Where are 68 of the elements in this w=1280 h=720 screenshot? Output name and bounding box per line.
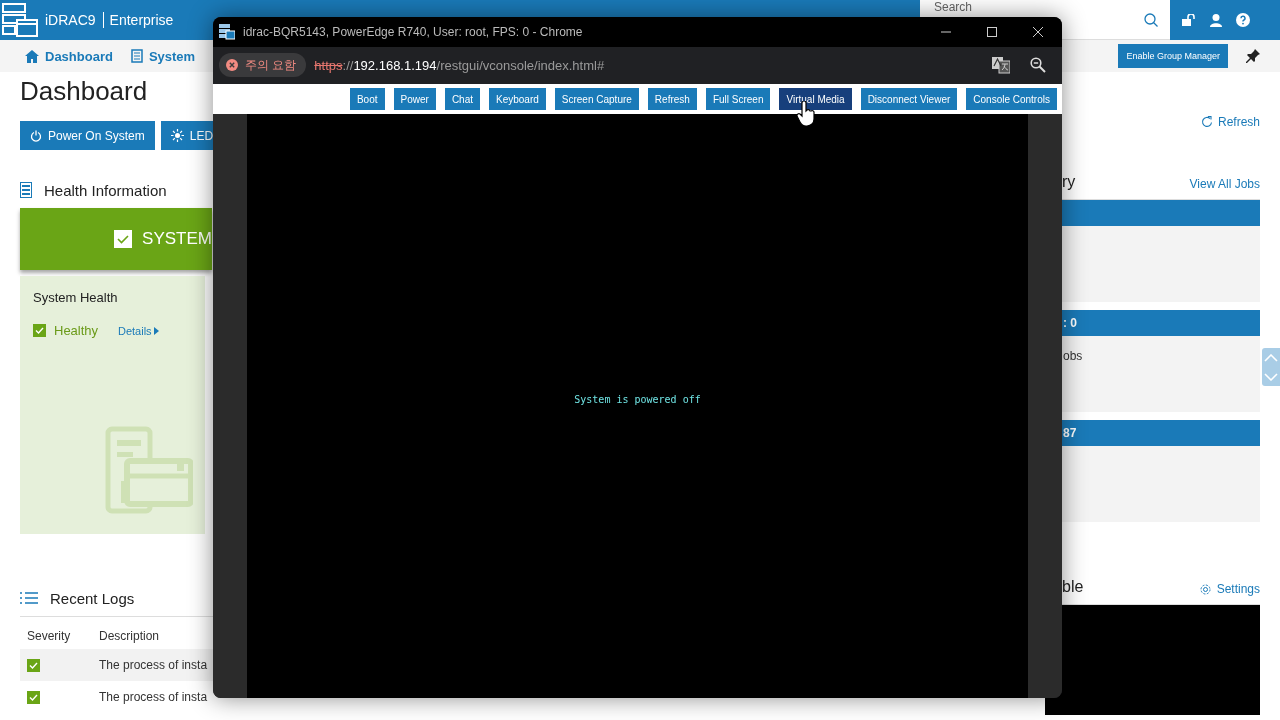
section-title: ry	[1061, 173, 1076, 191]
light-icon	[170, 129, 184, 142]
server-icon	[130, 49, 143, 63]
server-icon	[105, 426, 193, 514]
help-icon	[1236, 13, 1250, 27]
toolbar-button[interactable]: Virtual Media	[779, 88, 852, 110]
table-cell-text: The process of insta	[99, 690, 209, 704]
toolbar-button[interactable]: Power	[393, 88, 436, 110]
security-chip[interactable]: 주의 요함	[219, 53, 307, 77]
toolbar-button[interactable]: Full Screen	[705, 88, 771, 110]
gear-icon	[1198, 582, 1212, 596]
panel-header-text: 87	[1063, 426, 1077, 440]
check-icon	[27, 658, 40, 672]
status-text: Healthy	[54, 323, 100, 338]
column-header: Severity	[26, 629, 72, 643]
window-title: idrac-BQR5143, PowerEdge R740, User: root, FPS: 0 - Chrome	[243, 25, 583, 39]
section-title: ble	[1061, 578, 1084, 596]
app-name: iDRAC9	[45, 12, 96, 28]
toolbar-button[interactable]: Boot	[349, 88, 385, 110]
console-message: System is powered off	[574, 394, 701, 407]
check-icon	[114, 230, 133, 248]
zoom-icon	[1030, 57, 1046, 73]
user-icon	[1210, 13, 1222, 27]
toolbar-button[interactable]: Chat	[444, 88, 480, 110]
refresh-icon	[1200, 116, 1213, 128]
toolbar-button[interactable]: Keyboard	[489, 88, 546, 110]
search-icon	[1144, 12, 1158, 27]
banner-text: SYSTEM	[142, 229, 212, 249]
translate-icon	[992, 56, 1010, 74]
check-icon	[27, 690, 40, 704]
section-title: Recent Logs	[50, 589, 135, 607]
toolbar-button[interactable]: Disconnect Viewer	[860, 88, 958, 110]
refresh-link[interactable]: Refresh	[1200, 115, 1260, 129]
unlock-icon	[1182, 14, 1196, 26]
pin-icon	[1246, 49, 1260, 63]
chevron-up-icon	[1264, 353, 1278, 362]
nav-item[interactable]: System	[130, 48, 196, 64]
column-header: Description	[99, 629, 161, 643]
server-list-icon	[20, 182, 32, 198]
panel-text: obs	[1063, 349, 1083, 363]
details-link[interactable]: Details	[118, 324, 152, 337]
section-title: Health Information	[44, 181, 167, 199]
page-title: Dashboard	[20, 76, 148, 107]
close-icon	[1032, 26, 1044, 38]
warning-icon	[226, 59, 238, 71]
maximize-icon	[986, 26, 998, 38]
enable-group-manager-button[interactable]: Enable Group Manager	[1118, 44, 1228, 68]
settings-link[interactable]: Settings	[1198, 582, 1260, 596]
toolbar-button[interactable]: Refresh	[647, 88, 697, 110]
chevron-down-icon	[1264, 372, 1278, 381]
panel-title: System Health	[33, 290, 119, 305]
power-icon	[30, 129, 42, 142]
action-button[interactable]: Power On System	[20, 121, 155, 150]
list-icon	[20, 592, 38, 604]
check-icon	[33, 324, 46, 337]
nav-item[interactable]: Dashboard	[25, 48, 113, 64]
search-field[interactable]: Search	[934, 0, 1034, 14]
toolbar-button[interactable]: Console Controls	[966, 88, 1057, 110]
server-logo-icon	[219, 24, 235, 40]
table-cell-text: The process of insta	[99, 658, 209, 672]
panel-header-text: : 0	[1063, 316, 1077, 330]
toolbar-button[interactable]: Screen Capture	[554, 88, 639, 110]
home-icon	[25, 49, 39, 63]
caret-icon	[153, 326, 159, 335]
scroll-buttons[interactable]	[1262, 348, 1280, 386]
edition-label: Enterprise	[102, 12, 174, 28]
address-field[interactable]: https://192.168.1.194/restgui/vconsole/index.html#	[314, 57, 605, 73]
view-all-jobs-link[interactable]: View All Jobs	[1189, 177, 1260, 191]
